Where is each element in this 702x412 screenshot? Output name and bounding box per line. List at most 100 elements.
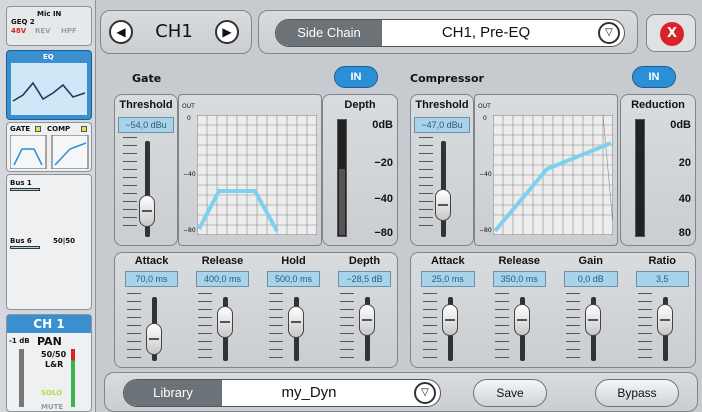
eq-curve-icon [11,63,87,115]
gate-depth-scale-0: 0dB [372,119,393,131]
solo-button[interactable]: SOLO [41,389,62,397]
comp-reduction-scale-0: 0dB [670,119,691,131]
comp-graph-out-label: OUT [478,103,491,110]
pan-value: 50/50 [41,350,67,359]
bus6-label: Bus 6 [10,237,32,245]
gate-depth-meter [337,119,347,237]
comp-ratio-value[interactable]: 3,5 [635,271,689,287]
comp-reduction-scale-40: 40 [678,193,691,205]
dyn-curves-icon [10,135,89,169]
hpf-flag: HPF [61,27,77,35]
comp-graph-tick-80: −80 [479,227,492,234]
gate-attack-value[interactable]: 70,0 ms [125,271,178,287]
close-panel: X [646,14,696,52]
side-chain-label: Side Chain [276,20,382,46]
gate-depth-fill [339,169,345,235]
comp-gain-knob[interactable] [585,304,601,336]
library-chevron-down-icon[interactable]: ▽ [414,382,436,404]
pan-label: PAN [37,335,62,348]
next-channel-icon[interactable]: ▶ [215,20,239,44]
level-readout: -1 dB [9,337,30,345]
comp-ratio-knob[interactable] [656,304,673,336]
comp-release-value[interactable]: 350,0 ms [492,271,546,287]
gate-release-knob[interactable] [217,306,233,338]
channel-strip: Mic IN GEQ 2 48V REV HPF EQ GATE COMP Bu… [0,0,96,412]
gate-graph-tick-40: −40 [183,171,196,178]
geq-label: GEQ 2 [11,18,35,26]
input-section[interactable]: Mic IN GEQ 2 48V REV HPF [6,6,92,46]
comp-gain-value[interactable]: 0,0 dB [564,271,618,287]
prev-channel-icon[interactable]: ◀ [109,20,133,44]
pan-mode: L&R [45,360,64,369]
gate-in-button[interactable]: IN [334,66,378,88]
comp-threshold-label: Threshold [415,99,469,111]
comp-reduction-meter [635,119,645,237]
comp-attack-knob[interactable] [442,304,458,336]
gate-transfer-graph [197,115,317,235]
gate-threshold-panel: Threshold −54,0 dBu [114,94,178,246]
gate-params-panel: Attack 70,0 ms Release 400,0 ms Hold 500,0 ms… [114,252,398,368]
gate-depth-label: Depth [344,99,376,111]
gate-led [35,126,41,132]
comp-graph-panel: OUT 0 −40 −80 [474,94,618,246]
gate-depth-scale-40: −40 [374,193,393,205]
channel-name: CH1 [155,21,193,42]
gate-depth-label: Depth [348,255,381,267]
gate-release-label: Release [201,255,244,267]
dynamics-thumbnail[interactable]: GATE COMP [6,122,92,172]
comp-graph-tick-0: 0 [483,115,487,122]
bus6-value: 50|50 [53,237,76,245]
comp-threshold-panel: Threshold −47,0 dBu [410,94,474,246]
bus6-meter [10,246,40,249]
library-selector[interactable]: Library my_Dyn ▽ [123,379,441,407]
side-chain-value: CH1, Pre-EQ [441,24,531,41]
channel-selector: ◀ CH1 ▶ [100,10,252,54]
bus-sends[interactable]: Bus 1 Bus 6 50|50 [6,174,92,310]
gate-depth-scale-80: −80 [374,227,393,239]
comp-attack-value[interactable]: 25,0 ms [421,271,475,287]
gate-title: Gate [132,72,162,85]
gate-graph-panel: OUT 0 −40 −80 [178,94,322,246]
comp-release-knob[interactable] [513,304,530,336]
gate-depth-value[interactable]: −28,5 dB [338,271,391,287]
gate-depth-knob[interactable] [359,304,375,336]
comp-threshold-knob[interactable] [435,189,451,221]
compressor-in-button[interactable]: IN [632,66,676,88]
bypass-button[interactable]: Bypass [595,379,679,407]
gate-threshold-knob[interactable] [139,195,155,227]
gate-hold-knob[interactable] [288,306,304,338]
gate-graph-out-label: OUT [182,103,195,110]
gate-hold-value[interactable]: 500,0 ms [267,271,320,287]
comp-graph-tick-40: −40 [479,171,492,178]
comp-reduction-panel: Reduction 0dB 20 40 80 [620,94,696,246]
gate-hold-label: Hold [281,255,306,267]
eq-thumbnail[interactable]: EQ [6,50,92,120]
gate-depth-scale-20: −20 [374,157,393,169]
comp-reduction-label: Reduction [631,99,685,111]
close-icon[interactable]: X [660,22,684,46]
comp-threshold-value[interactable]: −47,0 dBu [414,117,470,133]
comp-release-label: Release [498,255,541,267]
comp-transfer-graph [493,115,613,235]
side-chain-selector[interactable]: Side Chain CH1, Pre-EQ ▽ [275,19,625,47]
rev-flag: REV [35,27,51,35]
comp-params-panel: Attack 25,0 ms Release 350,0 ms Gain 0,0 dB Ra… [410,252,696,368]
comp-reduction-scale-20: 20 [678,157,691,169]
library-label: Library [124,380,222,406]
gate-release-value[interactable]: 400,0 ms [196,271,249,287]
save-button[interactable]: Save [473,379,547,407]
level-meter [71,349,75,407]
mute-button[interactable]: MUTE [41,403,63,411]
eq-label: EQ [43,53,54,61]
library-value: my_Dyn [281,384,337,401]
chevron-down-icon[interactable]: ▽ [598,22,620,44]
gate-threshold-label: Threshold [119,99,173,111]
gate-threshold-value[interactable]: −54,0 dBu [118,117,174,133]
side-chain-bar: Side Chain CH1, Pre-EQ ▽ [258,10,638,54]
input-name: Mic IN [37,10,62,18]
gate-attack-knob[interactable] [146,323,162,355]
fader-track[interactable] [19,349,24,407]
channel-section[interactable]: CH 1 -1 dB PAN 50/50 L&R SOLO MUTE [6,314,92,412]
compressor-title: Compressor [410,72,484,85]
gate-thumb-label: GATE [10,125,31,133]
